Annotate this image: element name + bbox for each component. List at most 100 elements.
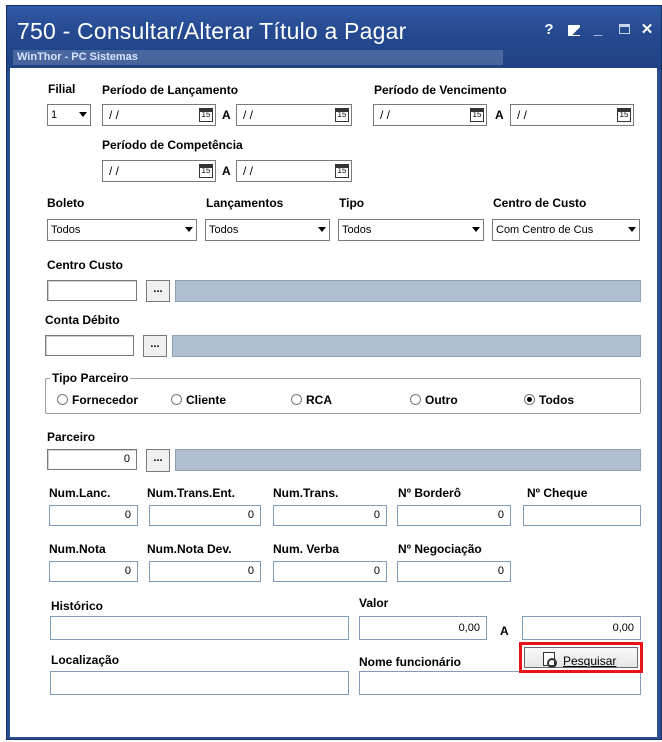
- radio-dot-icon: [171, 394, 182, 405]
- centro-de-custo-value: Com Centro de Cus: [496, 224, 594, 236]
- chevron-down-icon: [185, 227, 193, 232]
- lancamentos-value: Todos: [209, 224, 239, 236]
- date-value: / /: [243, 164, 254, 178]
- radio-label: Todos: [539, 393, 575, 407]
- maximize-button[interactable]: [617, 20, 631, 40]
- num-nota-input[interactable]: 0: [49, 561, 138, 582]
- calendar-icon[interactable]: 15: [617, 108, 631, 122]
- conta-debito-input[interactable]: [45, 335, 134, 356]
- pesquisar-button-face: Pesquisar: [524, 647, 638, 668]
- num-nota-label: Num.Nota: [49, 542, 106, 556]
- boleto-value: Todos: [51, 224, 81, 236]
- radio-label: Outro: [425, 393, 458, 407]
- close-button[interactable]: ✕: [639, 20, 655, 40]
- num-negociacao-input[interactable]: 0: [397, 561, 511, 582]
- parceiro-label: Parceiro: [47, 430, 96, 444]
- num-nota-dev-label: Num.Nota Dev.: [147, 542, 232, 556]
- periodo-lancamento-start[interactable]: / / 15: [102, 104, 216, 126]
- chevron-down-icon: [472, 227, 480, 232]
- periodo-lancamento-end[interactable]: / / 15: [236, 104, 352, 126]
- date-value: / /: [243, 108, 254, 122]
- boleto-label: Boleto: [47, 196, 85, 210]
- chevron-down-icon: [628, 227, 636, 232]
- centro-custo-description: [175, 280, 641, 302]
- date-value: / /: [109, 164, 120, 178]
- valor-sep: A: [500, 624, 509, 638]
- centro-custo-lookup-button[interactable]: ...: [146, 280, 170, 302]
- num-bordero-label: Nº Borderô: [398, 486, 462, 500]
- date-value: / /: [109, 108, 120, 122]
- parceiro-input[interactable]: 0: [47, 449, 137, 470]
- radio-cliente[interactable]: Cliente: [171, 393, 226, 407]
- minimize-button[interactable]: _: [591, 20, 605, 40]
- pesquisar-button[interactable]: Pesquisar: [519, 642, 643, 673]
- num-lanc-input[interactable]: 0: [49, 505, 138, 526]
- radio-label: Fornecedor: [72, 393, 139, 407]
- title-bar: 750 - Consultar/Alterar Título a Pagar W…: [7, 6, 661, 70]
- filial-select[interactable]: 1: [47, 104, 91, 126]
- search-document-icon: [543, 652, 557, 668]
- periodo-competencia-label: Período de Competência: [102, 138, 243, 152]
- radio-rca[interactable]: RCA: [291, 393, 332, 407]
- tipo-value: Todos: [342, 224, 372, 236]
- periodo-vencimento-end[interactable]: / / 15: [510, 104, 634, 126]
- num-nota-dev-input[interactable]: 0: [149, 561, 261, 582]
- periodo-competencia-sep: A: [222, 164, 231, 178]
- radio-dot-icon: [57, 394, 68, 405]
- periodo-competencia-start[interactable]: / / 15: [102, 160, 216, 182]
- centro-custo-input[interactable]: [47, 280, 137, 301]
- num-verba-label: Num. Verba: [273, 542, 340, 556]
- periodo-lancamento-sep: A: [222, 108, 231, 122]
- parceiro-lookup-button[interactable]: ...: [146, 449, 170, 472]
- periodo-vencimento-start[interactable]: / / 15: [373, 104, 487, 126]
- localizacao-label: Localização: [51, 653, 120, 667]
- num-trans-ent-label: Num.Trans.Ent.: [147, 486, 236, 500]
- calendar-icon[interactable]: 15: [199, 164, 213, 178]
- chevron-down-icon: [318, 227, 326, 232]
- tipo-parceiro-label: Tipo Parceiro: [50, 371, 131, 385]
- lancamentos-label: Lançamentos: [206, 196, 284, 210]
- historico-input[interactable]: [50, 616, 349, 640]
- filial-label: Filial: [48, 82, 76, 96]
- radio-todos[interactable]: Todos: [524, 393, 574, 407]
- boleto-select[interactable]: Todos: [47, 219, 197, 241]
- radio-outro[interactable]: Outro: [410, 393, 458, 407]
- radio-dot-icon: [410, 394, 421, 405]
- calendar-icon[interactable]: 15: [335, 164, 349, 178]
- periodo-competencia-end[interactable]: / / 15: [236, 160, 352, 182]
- num-cheque-input[interactable]: [523, 505, 641, 526]
- help-button[interactable]: ?: [542, 20, 556, 40]
- conta-debito-description: [172, 335, 641, 357]
- calendar-icon[interactable]: 15: [335, 108, 349, 122]
- date-value: / /: [517, 108, 528, 122]
- centro-custo-label: Centro Custo: [47, 258, 123, 272]
- lancamentos-select[interactable]: Todos: [205, 219, 330, 241]
- radio-dot-selected-icon: [524, 394, 535, 405]
- valor-end-input[interactable]: 0,00: [522, 616, 641, 640]
- window-title: 750 - Consultar/Alterar Título a Pagar: [17, 18, 407, 44]
- centro-de-custo-select[interactable]: Com Centro de Cus: [492, 219, 640, 241]
- conta-debito-lookup-button[interactable]: ...: [143, 335, 167, 357]
- nome-funcionario-label: Nome funcionário: [359, 655, 462, 669]
- tipo-select[interactable]: Todos: [338, 219, 484, 241]
- num-trans-input[interactable]: 0: [273, 505, 387, 526]
- image-icon[interactable]: [565, 20, 583, 40]
- centro-de-custo-label: Centro de Custo: [493, 196, 587, 210]
- filial-value: 1: [51, 109, 58, 121]
- periodo-vencimento-sep: A: [495, 108, 504, 122]
- localizacao-input[interactable]: [50, 671, 349, 695]
- date-value: / /: [380, 108, 391, 122]
- nome-funcionario-input[interactable]: [359, 671, 641, 695]
- radio-label: Cliente: [186, 393, 227, 407]
- num-trans-label: Num.Trans.: [273, 486, 339, 500]
- valor-start-input[interactable]: 0,00: [359, 616, 487, 640]
- num-verba-input[interactable]: 0: [273, 561, 387, 582]
- calendar-icon[interactable]: 15: [470, 108, 484, 122]
- parceiro-description: [175, 449, 641, 471]
- tipo-label: Tipo: [339, 196, 365, 210]
- pesquisar-label: Pesquisar: [563, 654, 617, 668]
- num-bordero-input[interactable]: 0: [397, 505, 511, 526]
- calendar-icon[interactable]: 15: [199, 108, 213, 122]
- num-trans-ent-input[interactable]: 0: [149, 505, 261, 526]
- radio-fornecedor[interactable]: Fornecedor: [57, 393, 138, 407]
